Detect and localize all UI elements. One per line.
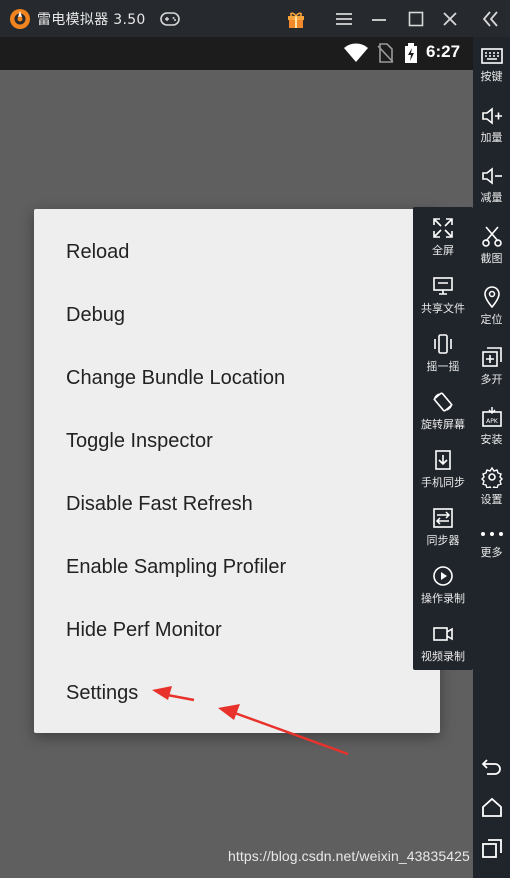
volume-up-icon [481, 107, 502, 125]
menu-item-change-bundle-location[interactable]: Change Bundle Location [66, 358, 285, 398]
float-item-label: 同步器 [426, 534, 460, 547]
synchronizer-icon [433, 508, 453, 528]
sidebar-item-label: 设置 [480, 493, 503, 506]
app-logo-icon [10, 9, 30, 29]
sidebar-item-label: 减量 [480, 191, 503, 204]
float-item-label: 旋转屏幕 [421, 418, 465, 431]
no-sim-icon [377, 43, 394, 63]
menu-item-settings[interactable]: Settings [66, 673, 138, 713]
sidebar-item-label: 截图 [480, 252, 503, 265]
svg-text:APK: APK [486, 418, 499, 425]
float-item-operation-record[interactable]: 操作录制 [413, 559, 473, 616]
float-item-label: 操作录制 [421, 592, 465, 605]
sidebar-item-location[interactable]: 定位 [473, 286, 510, 327]
settings-gear-icon [480, 466, 503, 488]
wifi-icon [344, 43, 368, 62]
menu-item-enable-sampling-profiler[interactable]: Enable Sampling Profiler [66, 547, 286, 587]
rotate-screen-icon [433, 392, 453, 412]
status-time: 6:27 [426, 42, 461, 61]
float-item-synchronizer[interactable]: 同步器 [413, 501, 473, 558]
float-item-phone-sync[interactable]: 手机同步 [413, 443, 473, 500]
menu-item-reload[interactable]: Reload [66, 232, 129, 272]
sidebar-item-screenshot[interactable]: 截图 [473, 225, 510, 266]
share-files-icon [433, 277, 453, 295]
float-item-label: 全屏 [432, 244, 454, 257]
install-apk-icon: APK [481, 407, 502, 427]
battery-charging-icon [405, 43, 417, 63]
recents-icon [481, 839, 502, 858]
float-item-label: 共享文件 [421, 302, 465, 315]
dev-menu-dialog: Reload Debug Change Bundle Location Togg… [34, 209, 440, 733]
android-screen[interactable]: 6:27 Reload Debug Change Bundle Location… [0, 37, 473, 878]
sidebar-item-install[interactable]: APK 安装 [473, 406, 510, 447]
sidebar-item-label: 多开 [480, 373, 503, 386]
menu-item-toggle-inspector[interactable]: Toggle Inspector [66, 421, 213, 461]
volume-down-icon [481, 167, 502, 185]
sidebar-item-more[interactable]: 更多 [473, 527, 510, 560]
sidebar-item-label: 更多 [480, 546, 503, 559]
csdn-watermark: https://blog.csdn.net/weixin_43835425 [228, 848, 470, 864]
sidebar-item-label: 安装 [480, 433, 503, 446]
float-item-share-files[interactable]: 共享文件 [413, 269, 473, 326]
menu-item-debug[interactable]: Debug [66, 295, 125, 335]
float-toolbar: 全屏 共享文件 摇一摇 旋转屏幕 手机同步 同步器 操作录制 视频录制 [413, 207, 473, 670]
minimize-icon[interactable] [367, 7, 391, 31]
more-icon [480, 532, 503, 536]
menu-item-hide-perf-monitor[interactable]: Hide Perf Monitor [66, 610, 222, 650]
sidebar-item-volume-down[interactable]: 减量 [473, 166, 510, 205]
screenshot-icon [481, 226, 502, 247]
fullscreen-icon [433, 218, 453, 238]
sidebar-item-keys[interactable]: 按键 [473, 47, 510, 84]
float-item-label: 视频录制 [421, 650, 465, 663]
back-icon [481, 759, 501, 775]
location-icon [483, 286, 500, 308]
float-item-label: 摇一摇 [426, 360, 460, 373]
window-title: 雷电模拟器 3.50 [37, 12, 146, 28]
collapse-sidebar-icon[interactable] [480, 7, 502, 31]
home-icon [481, 797, 502, 817]
emulator-sidebar: 按键 加量 减量 截图 定位 多开 APK 安装 设置 更多 [473, 37, 510, 878]
android-statusbar: 6:27 [0, 37, 473, 70]
close-icon[interactable] [438, 7, 462, 31]
multi-instance-icon [481, 347, 502, 367]
sidebar-item-multi-instance[interactable]: 多开 [473, 346, 510, 387]
menu-icon[interactable] [332, 7, 356, 31]
float-item-video-record[interactable]: 视频录制 [413, 617, 473, 674]
android-home-button[interactable] [473, 797, 510, 817]
float-item-shake[interactable]: 摇一摇 [413, 327, 473, 384]
keyboard-icon [480, 48, 503, 64]
float-item-fullscreen[interactable]: 全屏 [413, 211, 473, 268]
gift-icon[interactable] [284, 7, 308, 31]
sidebar-item-label: 定位 [480, 313, 503, 326]
shake-icon [434, 334, 452, 354]
sidebar-item-volume-up[interactable]: 加量 [473, 106, 510, 145]
menu-item-disable-fast-refresh[interactable]: Disable Fast Refresh [66, 484, 253, 524]
sidebar-item-label: 按键 [480, 70, 503, 83]
gamepad-icon[interactable] [158, 7, 182, 31]
emulator-titlebar: 雷电模拟器 3.50 [0, 0, 510, 37]
sidebar-item-settings[interactable]: 设置 [473, 466, 510, 507]
android-back-button[interactable] [473, 757, 510, 777]
video-record-icon [433, 627, 453, 641]
sidebar-item-label: 加量 [480, 131, 503, 144]
float-item-rotate-screen[interactable]: 旋转屏幕 [413, 385, 473, 442]
operation-record-icon [433, 566, 453, 586]
float-item-label: 手机同步 [421, 476, 465, 489]
maximize-icon[interactable] [404, 7, 428, 31]
android-recents-button[interactable] [473, 837, 510, 859]
phone-sync-icon [435, 450, 451, 470]
